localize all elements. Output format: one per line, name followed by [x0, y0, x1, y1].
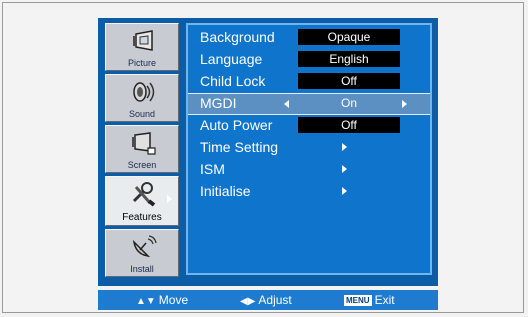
- category-sidebar: Picture Sound Screen Features Install: [105, 23, 179, 277]
- menu-row-label: ISM: [200, 161, 225, 177]
- help-bar: ▲▼ Move ◀▶ Adjust MENU Exit: [98, 290, 438, 310]
- left-right-arrow-icon: ◀▶: [240, 296, 256, 307]
- submenu-arrow-icon: [342, 187, 347, 195]
- menu-row-label: Background: [200, 29, 275, 45]
- menu-row-label: Child Lock: [200, 73, 266, 89]
- submenu-arrow-icon: [167, 195, 172, 203]
- sidebar-item-label: Sound: [128, 109, 156, 119]
- sidebar-item-install[interactable]: Install: [105, 229, 179, 277]
- menu-row-ism[interactable]: ISM: [188, 159, 430, 181]
- submenu-arrow-icon: [342, 143, 347, 151]
- menu-row-time-setting[interactable]: Time Setting: [188, 137, 430, 159]
- help-exit: MENU Exit: [344, 293, 395, 307]
- menu-row-value[interactable]: Off: [298, 73, 400, 89]
- menu-row-child-lock[interactable]: Child Lock Off: [188, 71, 430, 93]
- menu-row-label: Language: [200, 51, 263, 67]
- menu-row-value[interactable]: English: [298, 51, 400, 67]
- sidebar-item-screen[interactable]: Screen: [105, 125, 179, 173]
- arrow-right-icon[interactable]: [402, 100, 407, 108]
- tools-icon: [132, 182, 156, 207]
- menu-key-icon: MENU: [344, 295, 372, 306]
- sidebar-item-label: Screen: [127, 160, 157, 170]
- submenu-arrow-icon: [342, 165, 347, 173]
- sidebar-item-picture[interactable]: Picture: [105, 23, 179, 71]
- help-adjust: ◀▶ Adjust: [240, 293, 292, 307]
- menu-row-background[interactable]: Background Opaque: [188, 27, 430, 49]
- satellite-dish-icon: [132, 235, 157, 258]
- picture-icon: [133, 30, 153, 51]
- menu-row-auto-power[interactable]: Auto Power Off: [188, 115, 430, 137]
- menu-row-language[interactable]: Language English: [188, 49, 430, 71]
- screen-icon: [132, 132, 156, 155]
- menu-row-initialise[interactable]: Initialise: [188, 181, 430, 203]
- sidebar-item-features[interactable]: Features: [105, 176, 179, 226]
- sidebar-item-label: Install: [130, 264, 154, 274]
- menu-row-label: Auto Power: [200, 117, 273, 133]
- up-down-arrow-icon: ▲▼: [136, 296, 156, 307]
- help-move-label: Move: [158, 293, 189, 307]
- menu-row-value[interactable]: Opaque: [298, 29, 400, 45]
- sidebar-item-sound[interactable]: Sound: [105, 74, 179, 122]
- sidebar-item-label: Features: [122, 212, 162, 223]
- menu-row-label: Initialise: [200, 183, 251, 199]
- help-adjust-label: Adjust: [258, 293, 292, 307]
- menu-row-label: MGDI: [200, 95, 237, 111]
- menu-row-label: Time Setting: [200, 139, 279, 155]
- arrow-left-icon[interactable]: [284, 100, 289, 108]
- menu-row-value[interactable]: On: [298, 95, 400, 111]
- speaker-icon: [133, 82, 155, 102]
- osd-menu: Picture Sound Screen Features Install Ba…: [98, 18, 438, 286]
- sidebar-item-label: Picture: [127, 58, 156, 68]
- menu-row-value[interactable]: Off: [298, 117, 400, 133]
- help-move: ▲▼ Move: [136, 293, 188, 307]
- menu-row-mgdi[interactable]: MGDI On: [188, 93, 430, 115]
- features-panel: Background Opaque Language English Child…: [186, 23, 432, 275]
- help-exit-label: Exit: [374, 293, 395, 307]
